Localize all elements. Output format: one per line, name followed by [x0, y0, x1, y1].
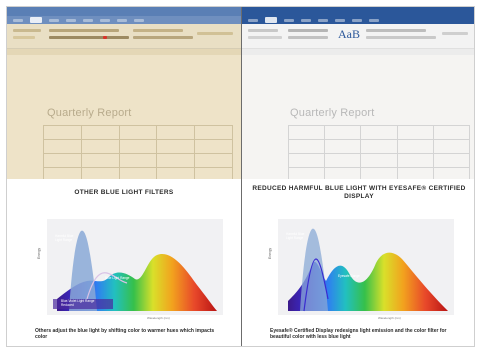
y-axis-label: Energy: [268, 247, 272, 259]
x-axis-label: Wavelength (nm): [147, 316, 170, 320]
callout-band: Blue-Violet Light Range Reduced: [61, 299, 95, 307]
document-table: [43, 125, 233, 182]
ribbon-tabs[interactable]: [7, 16, 241, 24]
right-info-panel: REDUCED HARMFUL BLUE LIGHT WITH EYESAFE®…: [242, 179, 474, 346]
tab-home[interactable]: [265, 17, 277, 23]
blue-peak: [300, 228, 328, 311]
left-spectrum-chart: Harmful Blue Light Range Blue Light Rang…: [47, 219, 223, 315]
right-comparison-panel: AaB Quarterly Report REDUCED HARMFUL BLU…: [242, 7, 474, 346]
callout-mid: Eyesafe Range: [338, 274, 360, 278]
left-info-panel: OTHER BLUE LIGHT FILTERS Harmful Blue Li…: [7, 179, 241, 346]
ruler: [7, 49, 241, 55]
x-axis-label: Wavelength (nm): [378, 316, 401, 320]
left-heading: OTHER BLUE LIGHT FILTERS: [74, 189, 174, 196]
right-spectrum-chart: Harmful Blue Light Range Eyesafe Range: [278, 219, 454, 315]
ruler: [242, 49, 474, 55]
style-sample[interactable]: AaB: [338, 27, 360, 42]
document-title: Quarterly Report: [47, 107, 132, 119]
right-caption: Eyesafe® Certified Display redesigns lig…: [270, 328, 447, 340]
word-ribbon[interactable]: AaB: [242, 24, 474, 49]
document-table: [287, 125, 471, 182]
callout-peak: Harmful Blue Light Range: [286, 232, 305, 240]
word-titlebar: [242, 7, 474, 16]
right-heading: REDUCED HARMFUL BLUE LIGHT WITH EYESAFE®…: [252, 185, 466, 200]
left-comparison-panel: Quarterly Report OTHER BLUE LIGHT FILTER…: [7, 7, 241, 346]
left-caption: Others adjust the blue light by shifting…: [35, 328, 215, 340]
callout-mid: Blue Light Range: [105, 276, 130, 280]
tab-home[interactable]: [30, 17, 42, 23]
ribbon-tabs[interactable]: [242, 16, 474, 24]
word-ribbon[interactable]: [7, 24, 241, 49]
document-title: Quarterly Report: [290, 107, 375, 119]
word-titlebar: [7, 7, 241, 16]
comparison-image: Quarterly Report OTHER BLUE LIGHT FILTER…: [6, 6, 475, 347]
callout-peak: Harmful Blue Light Range: [55, 234, 74, 242]
y-axis-label: Energy: [37, 247, 41, 259]
